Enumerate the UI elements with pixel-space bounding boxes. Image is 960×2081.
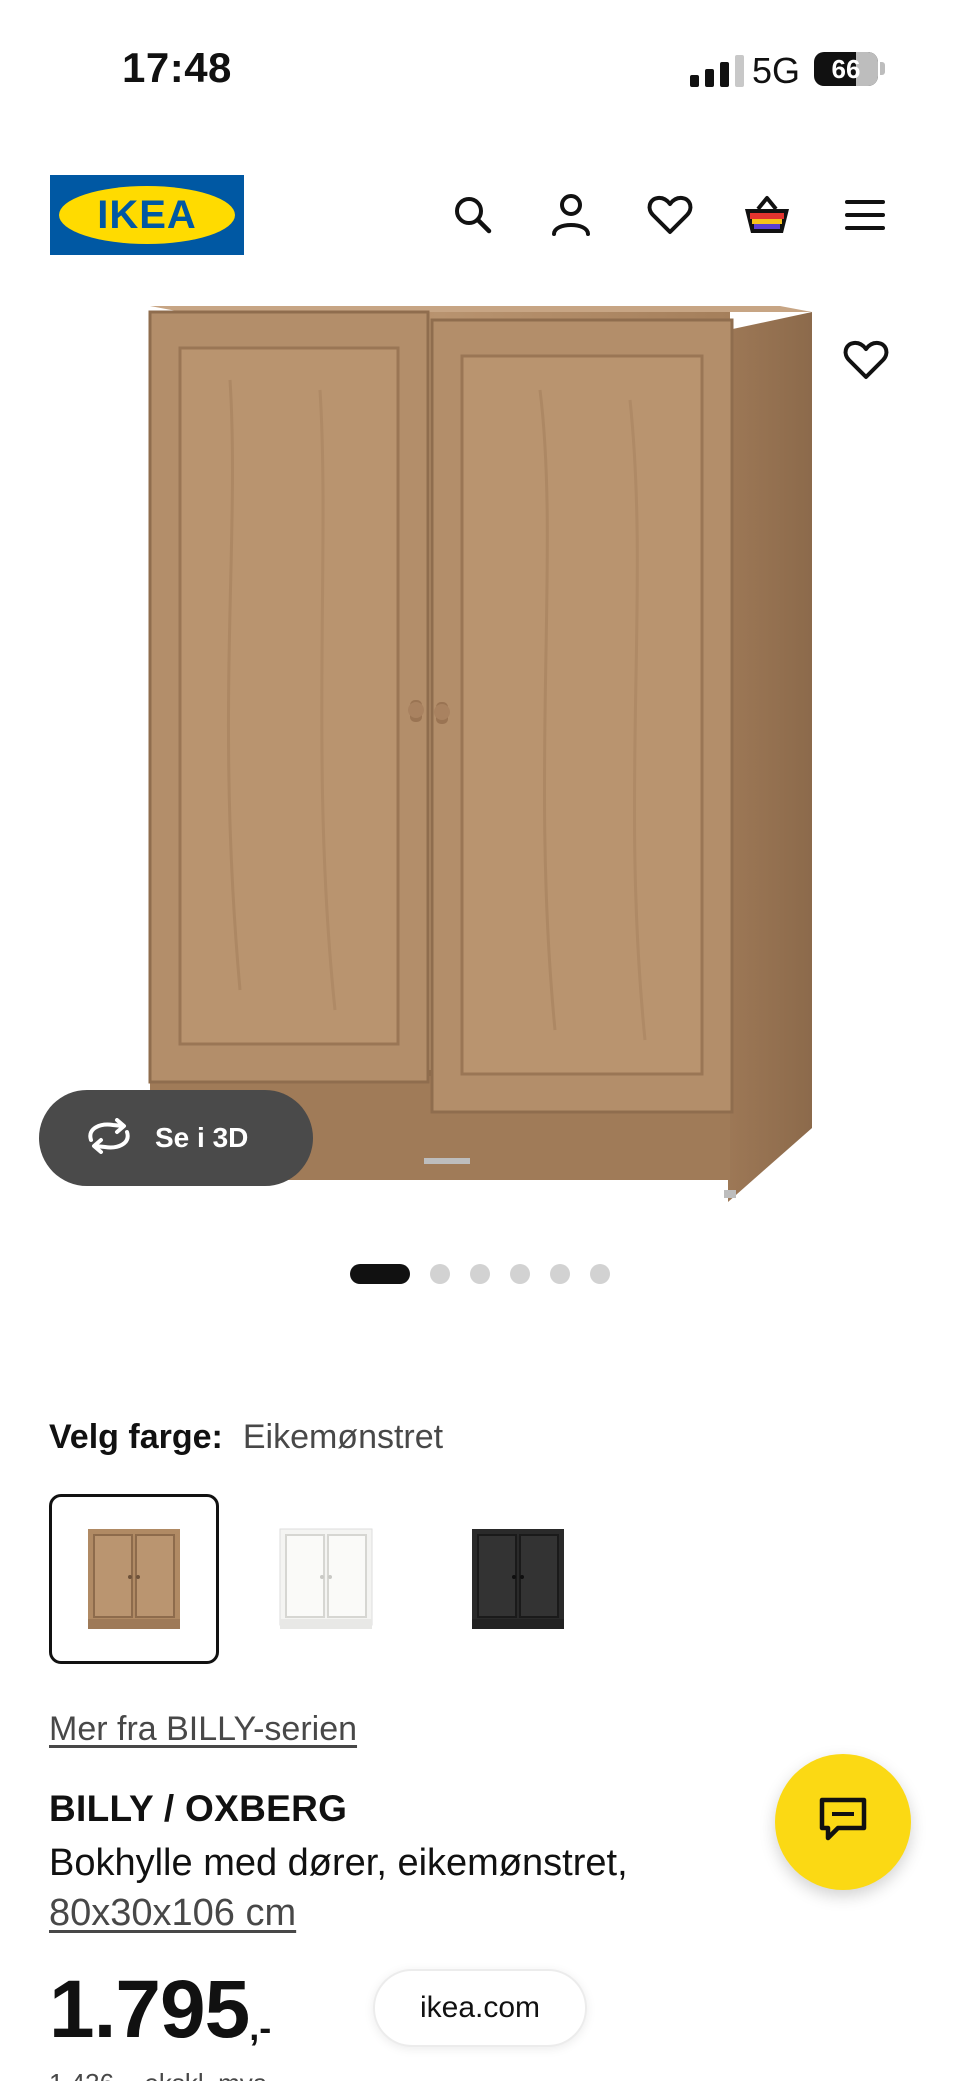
browser-url-pill[interactable]: ikea.com <box>373 1969 587 2047</box>
chat-icon <box>818 1796 868 1849</box>
product-size-link[interactable]: 80x30x106 cm <box>49 1888 296 1938</box>
price-excl-vat: 1 436 ,- ekskl. mva <box>49 2068 267 2081</box>
product-name: BILLY / OXBERG <box>49 1788 348 1829</box>
carousel-indicator <box>0 1264 960 1284</box>
product-image[interactable] <box>0 290 960 1230</box>
url-text: ikea.com <box>419 1991 541 2024</box>
site-header: IKEA <box>0 170 960 260</box>
carousel-dot[interactable] <box>510 1264 530 1284</box>
network-label: 5G <box>752 50 801 91</box>
heart-icon[interactable] <box>645 190 695 240</box>
battery-level: 66 <box>831 54 861 84</box>
color-selector-heading: Velg farge: Eikemønstret <box>49 1418 443 1457</box>
color-label: Velg farge: <box>49 1418 223 1456</box>
price-integer: 1.795 <box>49 1964 250 2055</box>
carousel-dot[interactable] <box>350 1264 410 1284</box>
battery-icon: 66 <box>814 52 878 86</box>
signal-icon <box>690 55 744 87</box>
logo-text: IKEA <box>97 192 197 237</box>
swatch-black[interactable] <box>433 1494 603 1664</box>
price-decimal: ,- <box>249 2007 272 2048</box>
carousel-dot[interactable] <box>550 1264 570 1284</box>
carousel-dot[interactable] <box>430 1264 450 1284</box>
favorite-icon[interactable] <box>836 330 896 390</box>
status-time: 17:48 <box>122 44 232 91</box>
chat-button[interactable] <box>775 1754 911 1890</box>
logo-oval: IKEA <box>59 186 235 244</box>
see-3d-label: Se i 3D <box>155 1122 249 1153</box>
menu-icon[interactable] <box>840 190 890 240</box>
basket-icon[interactable] <box>742 190 792 240</box>
product-description: Bokhylle med dører, eikemønstret, 80x30x… <box>49 1838 749 1938</box>
swatch-oak[interactable] <box>49 1494 219 1664</box>
series-link[interactable]: Mer fra BILLY-serien <box>49 1710 357 1749</box>
carousel-dot[interactable] <box>470 1264 490 1284</box>
status-bar: 17:48 5G 66 <box>0 0 960 140</box>
rotate-3d-icon <box>83 1117 135 1159</box>
ikea-logo[interactable]: IKEA <box>50 175 244 255</box>
color-value: Eikemønstret <box>242 1418 444 1456</box>
swatch-white[interactable] <box>241 1494 411 1664</box>
see-3d-button[interactable]: Se i 3D <box>39 1090 313 1186</box>
profile-icon[interactable] <box>546 190 596 240</box>
color-swatches <box>49 1494 603 1664</box>
search-icon[interactable] <box>448 190 498 240</box>
carousel-dot[interactable] <box>590 1264 610 1284</box>
battery-nub <box>880 62 885 75</box>
price: 1.795 ,- <box>49 1965 271 2055</box>
product-description-text: Bokhylle med dører, eikemønstret, <box>49 1842 628 1884</box>
